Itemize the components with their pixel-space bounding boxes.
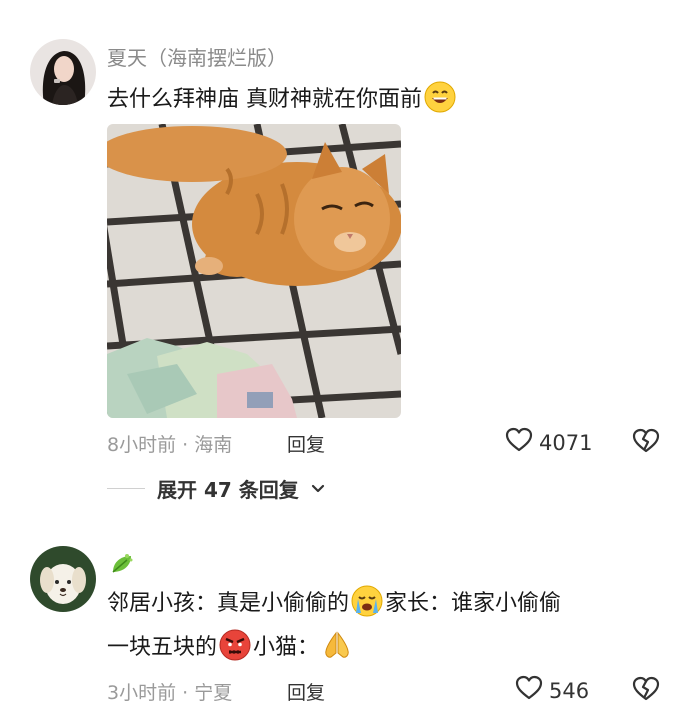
broken-heart-icon: [632, 676, 660, 706]
comment-time: 8小时前: [107, 434, 177, 456]
heart-outline-icon: [515, 675, 543, 706]
dislike-button[interactable]: [632, 428, 660, 458]
comment-1: 夏天（海南摆烂版） 去什么拜神庙 真财神就在你面前 8小时前 · 海南 回复 4…: [0, 0, 690, 520]
comment-text-part: 一块五块的: [107, 635, 218, 660]
comment-location: 海南: [194, 434, 233, 456]
comment-meta: 3小时前 · 宁夏: [107, 678, 232, 705]
username-leaf-icon[interactable]: [107, 550, 135, 582]
comment-text: 邻居小孩：真是小偷偷的 家长：谁家小偷偷 一块五块的 小猫：: [107, 582, 561, 670]
comment-time: 3小时前: [107, 682, 177, 704]
avatar[interactable]: [30, 546, 96, 612]
expand-replies-button[interactable]: 展开 47 条回复: [107, 474, 325, 503]
crying-face-emoji-icon: [351, 585, 383, 617]
comment-text-body: 去什么拜神庙 真财神就在你面前: [107, 87, 422, 112]
comment-text-part: 家长：谁家小偷偷: [385, 591, 562, 616]
folded-hands-emoji-icon: [321, 629, 353, 661]
comment-text-part: 邻居小孩：真是小偷偷的: [107, 591, 350, 616]
meta-separator: ·: [182, 434, 189, 456]
like-count: 546: [549, 678, 590, 703]
reply-button[interactable]: 回复: [287, 678, 325, 705]
angry-face-emoji-icon: [219, 629, 251, 661]
like-button[interactable]: 4071: [505, 427, 592, 458]
expand-replies-label: 展开 47 条回复: [157, 478, 299, 502]
like-button[interactable]: 546: [515, 675, 589, 706]
comment-text-part: 小猫：: [253, 635, 320, 660]
reply-button[interactable]: 回复: [287, 430, 325, 457]
username[interactable]: 夏天（海南摆烂版）: [107, 42, 287, 71]
comment-2: 邻居小孩：真是小偷偷的 家长：谁家小偷偷 一块五块的 小猫： 3小时前 · 宁夏 回…: [0, 520, 690, 710]
divider-line: [107, 488, 145, 489]
grinning-face-emoji-icon: [424, 81, 456, 113]
broken-heart-icon: [632, 428, 660, 458]
heart-outline-icon: [505, 427, 533, 458]
comment-photo[interactable]: [107, 124, 401, 418]
like-count: 4071: [539, 430, 593, 455]
chevron-down-icon: [311, 479, 325, 498]
dislike-button[interactable]: [632, 676, 660, 706]
comment-text: 去什么拜神庙 真财神就在你面前: [107, 78, 458, 122]
avatar[interactable]: [30, 39, 96, 105]
meta-separator: ·: [182, 682, 189, 704]
comment-location: 宁夏: [194, 682, 233, 704]
comment-meta: 8小时前 · 海南: [107, 430, 232, 457]
